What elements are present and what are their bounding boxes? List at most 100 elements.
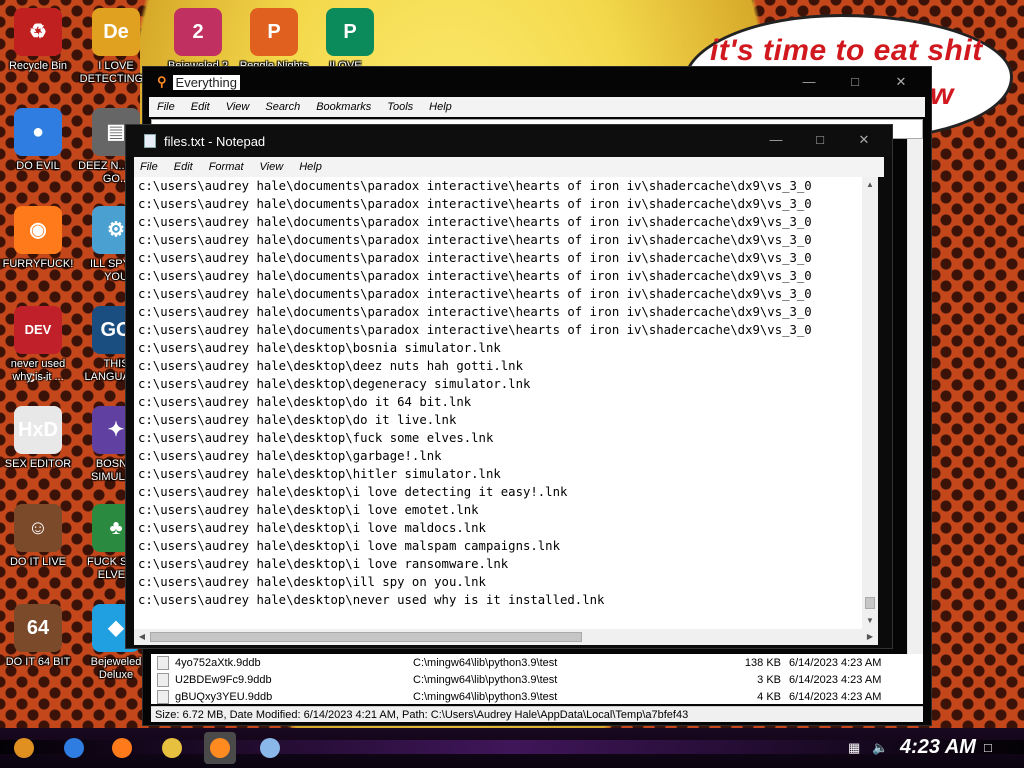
desktop-icon[interactable]: PPeggle Nights [236, 8, 312, 73]
notepad-line: c:\users\audrey hale\desktop\ill spy on … [138, 575, 486, 589]
notepad-maximize-button[interactable]: □ [798, 131, 842, 149]
chrome-icon: ● [14, 108, 62, 156]
vertical-scroll-thumb[interactable] [865, 597, 875, 609]
everything-menu-file[interactable]: File [157, 101, 175, 113]
desktop-icon[interactable]: ♻ Recycle Bin [0, 8, 76, 73]
desktop-icon[interactable]: ☺ DO IT LIVE [0, 504, 76, 569]
notepad-menu-file[interactable]: File [140, 161, 158, 173]
scroll-right-arrow-icon[interactable]: ▶ [862, 629, 878, 645]
notepad-menu-view[interactable]: View [260, 161, 284, 173]
notification-icon[interactable]: □ [984, 740, 992, 755]
publisher-icon: P [326, 8, 374, 56]
desktop-icon[interactable]: ● DO EVIL [0, 108, 76, 173]
scroll-up-arrow-icon[interactable]: ▲ [862, 177, 878, 193]
result-size: 4 KB [757, 690, 781, 703]
portrait-64-icon: 64 [14, 604, 62, 652]
portrait-icon: ☺ [14, 504, 62, 552]
desktop-icon[interactable]: 64 DO IT 64 BIT [0, 604, 76, 669]
notepad-horizontal-scrollbar[interactable]: ◀ ▶ [134, 629, 878, 645]
desktop-icon[interactable]: HxD SEX EDITOR [0, 406, 76, 471]
volume-icon[interactable]: 🔈 [872, 740, 888, 756]
notepad-line: c:\users\audrey hale\desktop\i love dete… [138, 485, 568, 499]
file-explorer-taskbar-icon[interactable] [156, 732, 188, 764]
dev-cpp-icon: DEV C++ [14, 306, 62, 385]
notepad-line: c:\users\audrey hale\documents\paradox i… [138, 197, 812, 211]
desktop-icon-label: DO EVIL [16, 160, 60, 172]
desktop-icon-label: DO IT 64 BIT [5, 656, 71, 668]
everything-menu-bookmarks[interactable]: Bookmarks [316, 101, 371, 113]
everything-menu-help[interactable]: Help [429, 101, 452, 113]
result-row[interactable]: gBUQxy3YEU.9ddb C:\mingw64\lib\python3.9\… [151, 688, 923, 705]
notepad-line: c:\users\audrey hale\documents\paradox i… [138, 215, 812, 229]
notepad-taskbar-icon[interactable] [254, 732, 286, 764]
notepad-vertical-scrollbar[interactable]: ▲ ▼ [862, 177, 878, 629]
close-button[interactable]: ✕ [879, 73, 923, 91]
everything-title: Everything [172, 74, 240, 90]
desktop-icon-label: never used why is it ... [10, 358, 66, 383]
result-name: gBUQxy3YEU.9ddb [175, 690, 273, 703]
everything-taskbar-icon[interactable] [204, 732, 236, 764]
notepad-line: c:\users\audrey hale\desktop\deez nuts h… [138, 359, 523, 373]
notepad-menu-edit[interactable]: Edit [174, 161, 193, 173]
result-path: C:\mingw64\lib\python3.9\test [413, 690, 558, 703]
result-path: C:\mingw64\lib\python3.9\test [413, 673, 558, 686]
notepad-window[interactable]: files.txt - Notepad — □ ✕ File Edit Format… [125, 124, 893, 649]
minimize-button[interactable]: — [787, 73, 831, 91]
result-date: 6/14/2023 4:23 AM [789, 673, 882, 686]
scroll-left-arrow-icon[interactable]: ◀ [134, 629, 150, 645]
chrome-taskbar-icon[interactable] [58, 732, 90, 764]
notepad-line: c:\users\audrey hale\desktop\do it live.… [138, 413, 457, 427]
everything-menu-edit[interactable]: Edit [191, 101, 210, 113]
result-row[interactable]: U2BDEw9Fc9.9ddb C:\mingw64\lib\python3.9\… [151, 671, 923, 688]
network-icon[interactable]: ▦ [848, 740, 860, 756]
desktop-icon[interactable]: PILOVE... [312, 8, 388, 73]
everything-status-bar: Size: 6.72 MB, Date Modified: 6/14/2023 … [151, 706, 923, 722]
start-button-icon[interactable] [8, 732, 40, 764]
firefox-taskbar-icon[interactable] [106, 732, 138, 764]
desktop-icon[interactable]: 2Bejeweled 2 [160, 8, 236, 73]
notepad-line: c:\users\audrey hale\desktop\i love mald… [138, 521, 486, 535]
notepad-line: c:\users\audrey hale\desktop\i love emot… [138, 503, 479, 517]
taskbar: ▦ 🔈 4:23 AM □ [0, 728, 1024, 768]
file-icon [157, 689, 169, 704]
notepad-text-area[interactable]: c:\users\audrey hale\documents\paradox i… [134, 177, 876, 629]
result-row[interactable]: 4yo752aXtk.9ddb C:\mingw64\lib\python3.9\… [151, 654, 923, 671]
desktop-icon[interactable]: DEV C++ never used why is it ... [0, 306, 76, 385]
maximize-button[interactable]: □ [833, 73, 877, 91]
peggle-nights-icon: P [250, 8, 298, 56]
notepad-minimize-button[interactable]: — [754, 131, 798, 149]
file-icon [157, 655, 169, 670]
result-name: U2BDEw9Fc9.9ddb [175, 673, 272, 686]
notepad-line: c:\users\audrey hale\desktop\bosnia simu… [138, 341, 501, 355]
everything-results-list: 4yo752aXtk.9ddb C:\mingw64\lib\python3.9\… [151, 654, 923, 704]
horizontal-scroll-thumb[interactable] [150, 632, 582, 642]
notepad-line: c:\users\audrey hale\documents\paradox i… [138, 269, 812, 283]
detect-it-easy-icon: De [92, 8, 140, 56]
recycle-bin-icon: ♻ [14, 8, 62, 56]
desktop-icon[interactable]: ◉ FURRYFUCK! [0, 206, 76, 271]
notepad-icon [144, 134, 156, 148]
notepad-close-button[interactable]: ✕ [842, 131, 886, 149]
speech-text: it's time to eat shit [710, 34, 983, 67]
everything-menu-tools[interactable]: Tools [387, 101, 413, 113]
result-size: 3 KB [757, 673, 781, 686]
firefox-icon: ◉ [14, 206, 62, 254]
notepad-line: c:\users\audrey hale\desktop\i love rans… [138, 557, 509, 571]
notepad-menu-help[interactable]: Help [299, 161, 322, 173]
desktop-icon-label: SEX EDITOR [4, 458, 72, 470]
taskbar-clock[interactable]: 4:23 AM [900, 736, 976, 759]
notepad-menubar: File Edit Format View Help [134, 157, 884, 177]
notepad-line: c:\users\audrey hale\desktop\i love mals… [138, 539, 560, 553]
everything-menu-view[interactable]: View [226, 101, 250, 113]
everything-menu-search[interactable]: Search [265, 101, 300, 113]
everything-scrollbar[interactable] [907, 139, 923, 704]
scroll-down-arrow-icon[interactable]: ▼ [862, 613, 878, 629]
notepad-line: c:\users\audrey hale\documents\paradox i… [138, 179, 812, 193]
result-date: 6/14/2023 4:23 AM [789, 656, 882, 669]
desktop-icon-label: Recycle Bin [8, 60, 68, 72]
taskbar-decoration [0, 740, 1024, 754]
result-name: 4yo752aXtk.9ddb [175, 656, 261, 669]
notepad-menu-format[interactable]: Format [209, 161, 244, 173]
bejeweled-2-icon: 2 [174, 8, 222, 56]
notepad-line: c:\users\audrey hale\desktop\do it 64 bi… [138, 395, 472, 409]
